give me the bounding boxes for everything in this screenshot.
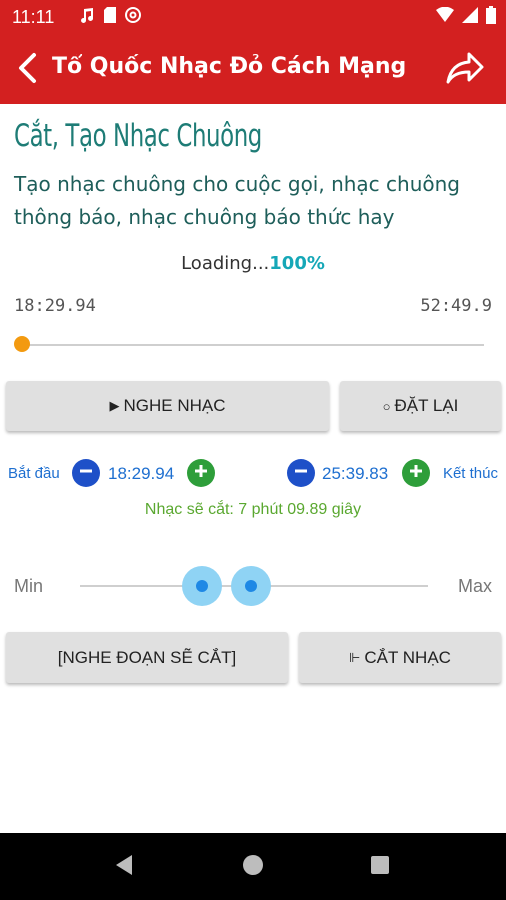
reset-button[interactable]: ○ ĐẶT LẠI [340,381,501,431]
reset-button-label: ĐẶT LẠI [394,396,459,415]
status-icons-left [78,6,142,28]
range-max-label: Max [457,576,492,596]
nav-recents-button[interactable] [362,849,398,885]
home-circle-icon [242,854,264,880]
play-button[interactable]: ▶ NGHE NHẠC [6,381,329,431]
playback-progress-thumb[interactable] [14,336,30,352]
plus-icon [193,463,209,483]
range-thumb-low[interactable] [181,566,222,606]
end-minus-button[interactable] [287,459,315,487]
cut-button-label: CẮT NHẠC [364,647,451,667]
system-nav-bar [0,833,506,900]
range-thumb-high[interactable] [230,566,271,606]
play-icon: ▶ [109,398,120,413]
preview-cut-button[interactable]: [NGHE ĐOẠN SẼ CẮT] [6,632,288,683]
nav-home-button[interactable] [235,849,271,885]
end-value: 25:39.83 [322,464,389,483]
back-triangle-icon [114,854,134,880]
at-sign-icon [124,6,142,28]
share-icon [445,51,485,89]
page-subheading: Tạo nhạc chuông cho cuộc gọi, nhạc chuôn… [14,172,460,229]
play-button-label: NGHE NHẠC [123,396,226,415]
minus-icon [293,463,309,483]
recents-square-icon [370,855,390,879]
status-bar: 11:11 [0,0,506,36]
plus-icon [408,463,424,483]
total-time: 52:49.9 [420,296,492,316]
cell-signal-icon [462,7,478,27]
share-button[interactable] [440,48,490,92]
page-heading: Cắt, Tạo Nhạc Chuông [14,118,262,154]
battery-icon [486,6,496,28]
range-min-label: Min [14,576,44,596]
minus-icon [78,463,94,483]
nav-back-button[interactable] [106,849,142,885]
preview-cut-button-label: [NGHE ĐOẠN SẼ CẮT] [57,647,237,667]
back-button[interactable] [6,48,50,92]
app-title: Tổ Quốc Nhạc Đỏ Cách Mạng [52,54,407,79]
reset-icon: ○ [382,398,391,414]
end-plus-button[interactable] [402,459,430,487]
start-value: 18:29.94 [108,464,175,483]
status-time: 11:11 [12,7,55,27]
cut-duration-info: Nhạc sẽ cắt: 7 phút 09.89 giây [144,501,362,518]
end-label: Kết thúc [442,465,498,482]
current-time: 18:29.94 [14,296,96,316]
loading-percent: 100% [269,253,325,274]
music-icon [78,6,96,28]
app-bar: Tổ Quốc Nhạc Đỏ Cách Mạng [0,36,506,104]
loading-status: Loading...100% [0,253,506,274]
start-minus-button[interactable] [72,459,100,487]
playback-progress-track[interactable] [22,344,484,346]
start-plus-button[interactable] [187,459,215,487]
chevron-left-icon [16,52,40,88]
sd-card-icon [102,6,118,28]
wifi-icon [436,6,454,27]
cut-button[interactable]: ⊩ CẮT NHẠC [299,632,501,683]
loading-label: Loading... [181,253,270,274]
status-icons-right [436,6,496,28]
cut-icon: ⊩ [349,649,361,665]
start-label: Bắt đầu [8,465,60,482]
